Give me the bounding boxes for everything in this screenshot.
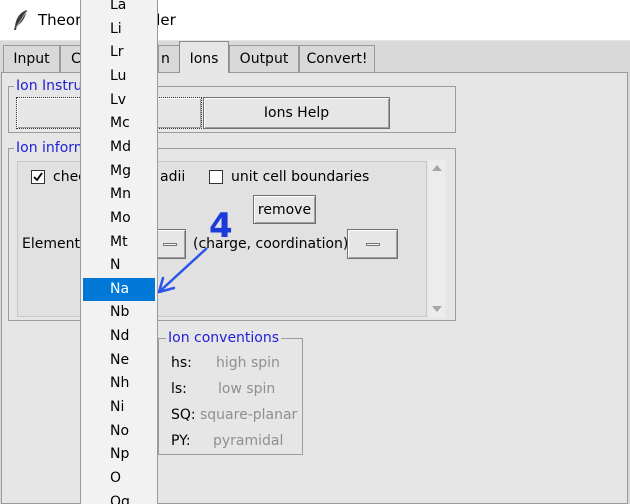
element-option-lu[interactable]: Lu <box>83 65 155 89</box>
scroll-up-icon[interactable] <box>432 164 442 172</box>
element-option-o[interactable]: O <box>83 467 155 491</box>
element-option-md[interactable]: Md <box>83 136 155 160</box>
dropdown-indicator-icon <box>366 243 380 246</box>
ions-help-button[interactable]: Ions Help <box>203 97 390 129</box>
feather-icon <box>14 10 27 30</box>
convention-value: pyramidal <box>213 433 284 449</box>
element-option-lv[interactable]: Lv <box>83 89 155 113</box>
tab-n[interactable]: n <box>158 45 180 72</box>
tab-convert[interactable]: Convert! <box>299 45 375 72</box>
convention-key: PY: <box>171 433 191 449</box>
convention-value: high spin <box>216 355 280 371</box>
element-option-nh[interactable]: Nh <box>83 372 155 396</box>
element-option-no[interactable]: No <box>83 420 155 444</box>
tab-output[interactable]: Output <box>229 45 299 72</box>
annotation-arrow-icon <box>157 247 208 294</box>
element-option-mn[interactable]: Mn <box>83 183 155 207</box>
ion-conventions-title: Ion conventions <box>166 330 282 346</box>
element-option-n[interactable]: N <box>83 254 155 278</box>
element-option-mo[interactable]: Mo <box>83 207 155 231</box>
convention-value: square-planar <box>200 407 298 423</box>
ion-information-scrollbar[interactable] <box>428 160 445 318</box>
element-option-li[interactable]: Li <box>83 18 155 42</box>
element-option-mt[interactable]: Mt <box>83 231 155 255</box>
scroll-down-icon[interactable] <box>432 305 442 313</box>
element-dropdown-list[interactable]: La Li Lr Lu Lv Mc Md Mg Mn Mo Mt N Na Nb Nd Ne Nh Ni No Np O… <box>80 0 158 504</box>
remove-button[interactable]: remove <box>253 195 316 224</box>
radii-checkbox-label-end: adii <box>160 169 186 185</box>
unit-cell-checkbox[interactable] <box>209 170 223 184</box>
element-option-og[interactable]: Og <box>83 491 155 504</box>
element-option-mc[interactable]: Mc <box>83 112 155 136</box>
unit-cell-label: unit cell boundaries <box>231 169 370 185</box>
radii-checkbox[interactable] <box>31 170 45 184</box>
element-option-nd[interactable]: Nd <box>83 325 155 349</box>
annotation-number: 4 <box>209 206 233 246</box>
element-option-lr[interactable]: Lr <box>83 41 155 65</box>
convention-key: SQ: <box>171 407 196 423</box>
element-label: Element <box>22 236 80 252</box>
element-option-np[interactable]: Np <box>83 443 155 467</box>
convention-value: low spin <box>218 381 276 397</box>
convention-key: ls: <box>171 381 187 397</box>
ion-information-title: Ion inform <box>14 140 90 156</box>
tab-input[interactable]: Input <box>3 45 60 72</box>
element-option-la[interactable]: La <box>83 0 155 18</box>
convention-key: hs: <box>171 355 192 371</box>
element-option-mg[interactable]: Mg <box>83 160 155 184</box>
element-option-ni[interactable]: Ni <box>83 396 155 420</box>
element-option-nb[interactable]: Nb <box>83 301 155 325</box>
ion-instructions-title: Ion Instru <box>14 78 85 94</box>
element-option-na[interactable]: Na <box>83 277 155 302</box>
checkmark-icon <box>33 172 43 182</box>
charge-dropdown-button[interactable] <box>347 229 398 259</box>
element-option-ne[interactable]: Ne <box>83 349 155 373</box>
tab-ions[interactable]: Ions <box>179 41 229 73</box>
